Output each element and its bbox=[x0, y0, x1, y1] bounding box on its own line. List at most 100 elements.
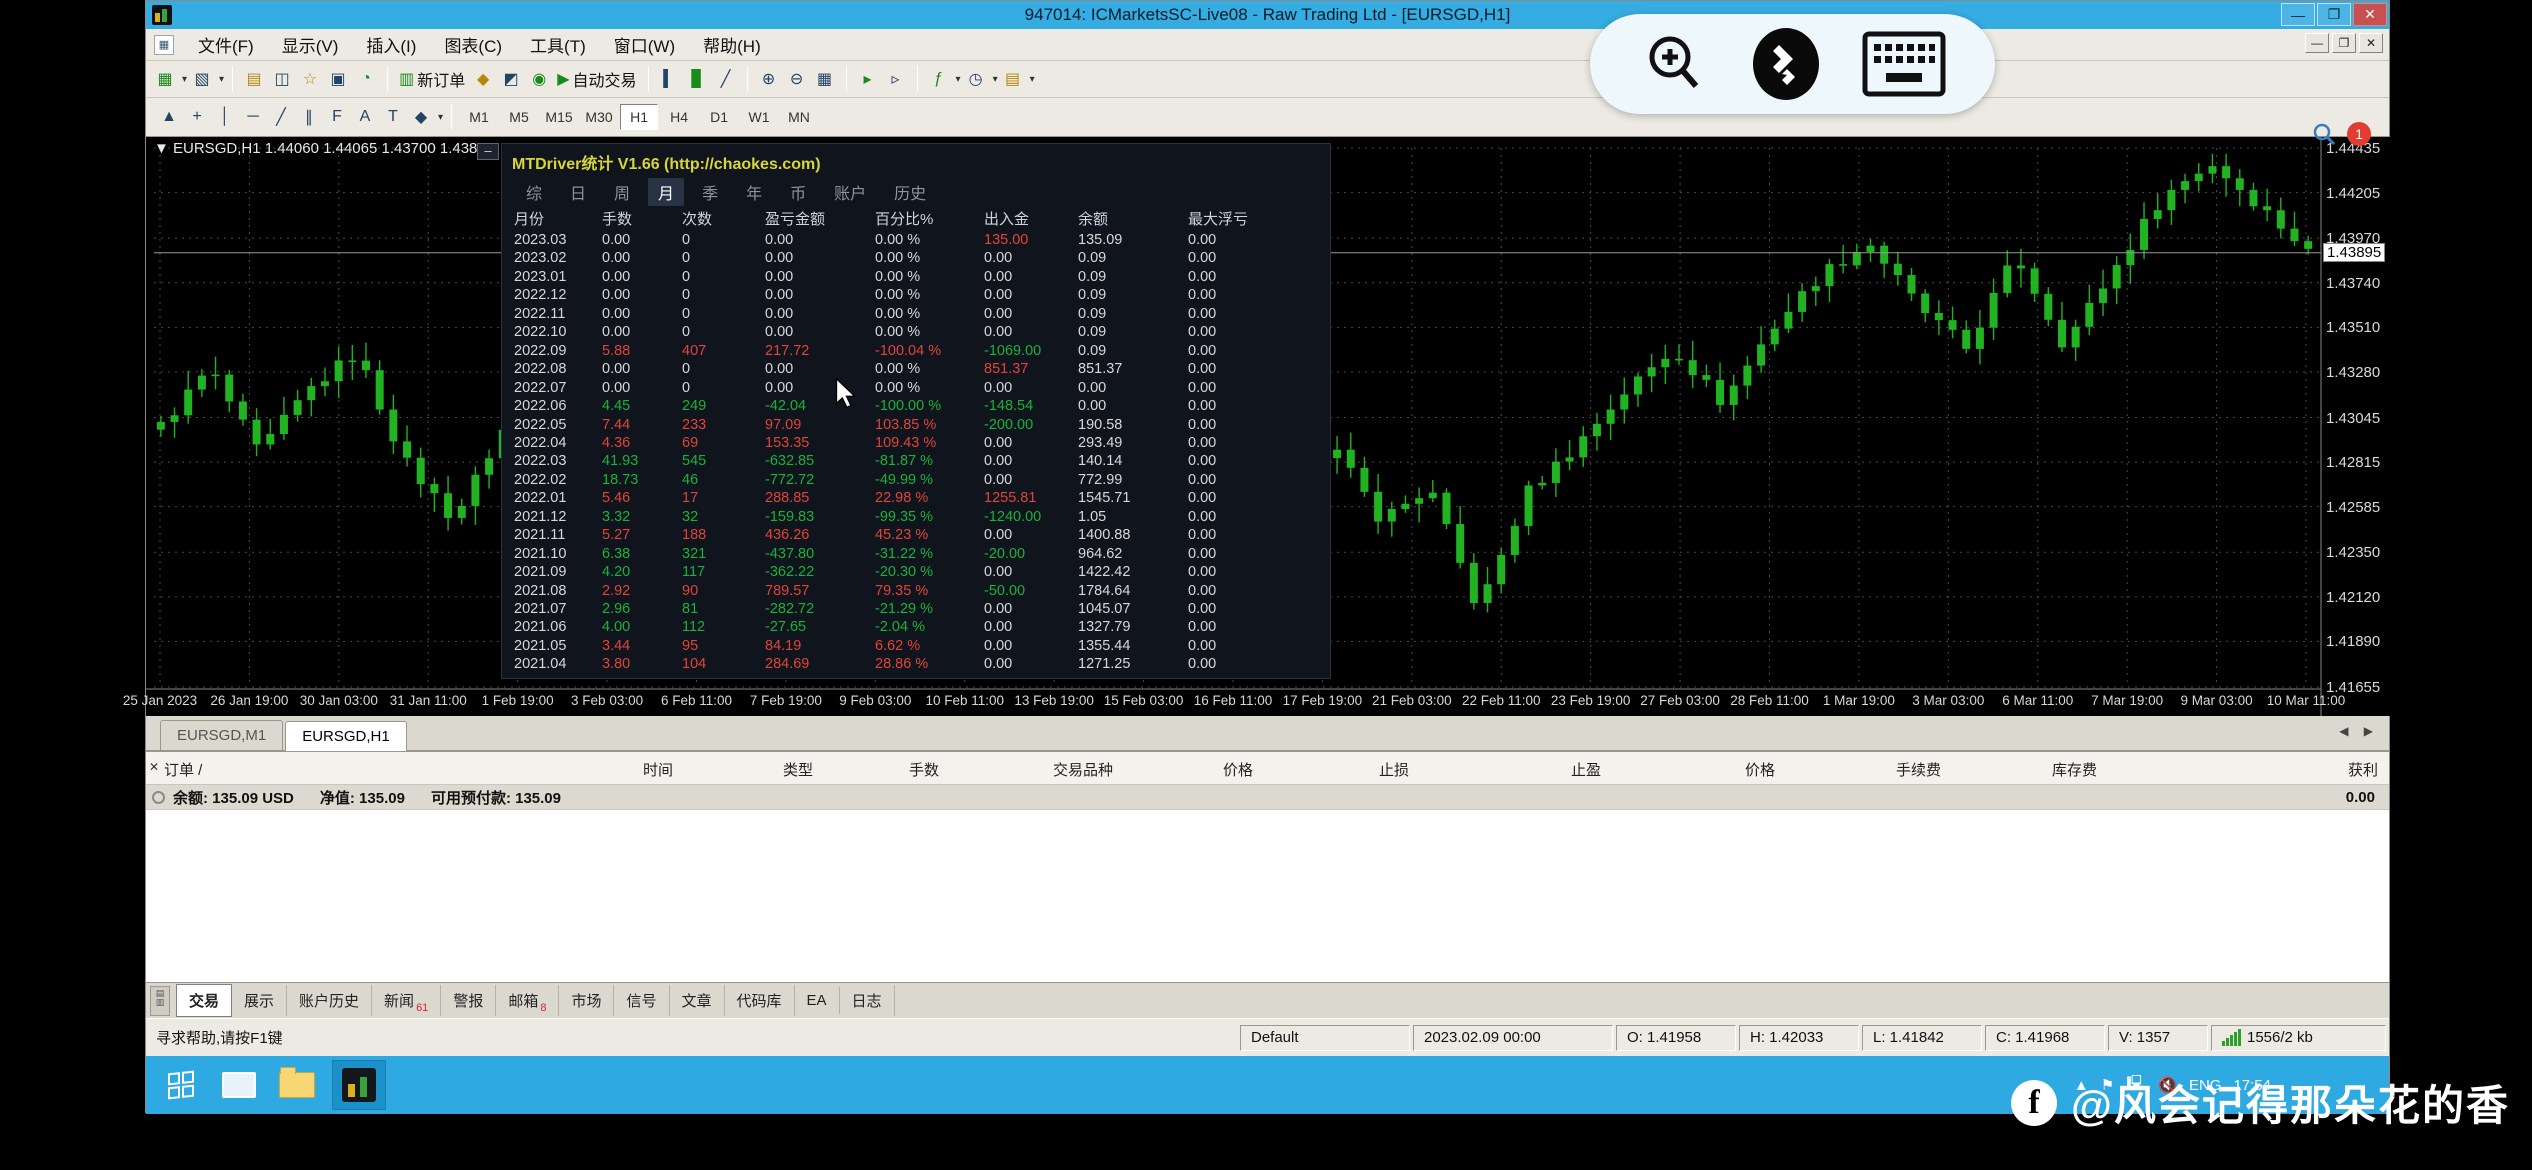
profiles-icon[interactable]: ▧ bbox=[189, 66, 215, 92]
profiles-caret[interactable]: ▾ bbox=[219, 74, 224, 85]
periods-caret[interactable]: ▾ bbox=[993, 74, 998, 85]
tile-windows-icon[interactable]: ▦ bbox=[812, 66, 838, 92]
terminal-tab-新闻[interactable]: 新闻61 bbox=[372, 985, 441, 1016]
crosshair-icon[interactable]: + bbox=[184, 104, 210, 130]
terminal-column-header[interactable]: 止盈 bbox=[1431, 759, 1601, 780]
zoom-out-icon[interactable]: ⊖ bbox=[784, 66, 810, 92]
stats-tab-历史[interactable]: 历史 bbox=[884, 178, 936, 206]
menu-item-4[interactable]: 工具(T) bbox=[516, 29, 600, 60]
text-icon[interactable]: A bbox=[352, 104, 378, 130]
terminal-tab-日志[interactable]: 日志 bbox=[840, 985, 895, 1016]
timeframe-M5[interactable]: M5 bbox=[500, 104, 538, 130]
label-icon[interactable]: T bbox=[380, 104, 406, 130]
new-order-button[interactable]: ▥新订单 bbox=[396, 66, 468, 92]
close-button[interactable]: ✕ bbox=[2353, 3, 2387, 26]
templates-caret[interactable]: ▾ bbox=[1030, 74, 1035, 85]
terminal-panel-icon[interactable]: ▣ bbox=[325, 66, 351, 92]
terminal-tab-警报[interactable]: 警报 bbox=[441, 985, 496, 1016]
terminal-column-header[interactable]: 手数 bbox=[769, 759, 939, 780]
data-window-icon[interactable]: ◫ bbox=[269, 66, 295, 92]
terminal-tab-代码库[interactable]: 代码库 bbox=[725, 985, 795, 1016]
menu-item-5[interactable]: 窗口(W) bbox=[600, 29, 689, 60]
magnifier-plus-icon[interactable] bbox=[1640, 29, 1710, 99]
terminal-tab-信号[interactable]: 信号 bbox=[614, 985, 669, 1016]
folder-icon[interactable] bbox=[274, 1062, 320, 1108]
timeframe-M15[interactable]: M15 bbox=[540, 104, 578, 130]
stats-tab-日[interactable]: 日 bbox=[560, 178, 596, 206]
signal-icon[interactable]: ◉ bbox=[526, 66, 552, 92]
menu-item-3[interactable]: 图表(C) bbox=[430, 29, 516, 60]
strategy-tester-icon[interactable]: ◔ bbox=[353, 66, 379, 92]
shapes-icon[interactable]: ◆ bbox=[408, 104, 434, 130]
cursor-icon[interactable]: ▲ bbox=[156, 104, 182, 130]
stats-tab-币[interactable]: 币 bbox=[780, 178, 816, 206]
terminal-tab-文章[interactable]: 文章 bbox=[670, 985, 725, 1016]
new-chart-icon[interactable]: ▦ bbox=[152, 66, 178, 92]
terminal-tab-市场[interactable]: 市场 bbox=[559, 985, 614, 1016]
hline-icon[interactable]: ─ bbox=[240, 104, 266, 130]
new-chart-caret[interactable]: ▾ bbox=[182, 74, 187, 85]
stats-tab-季[interactable]: 季 bbox=[692, 178, 728, 206]
timeframe-D1[interactable]: D1 bbox=[700, 104, 738, 130]
terminal-tab-EA[interactable]: EA bbox=[795, 987, 840, 1014]
remote-desktop-icon[interactable] bbox=[1749, 27, 1823, 101]
timeframe-M1[interactable]: M1 bbox=[460, 104, 498, 130]
vline-icon[interactable]: │ bbox=[212, 104, 238, 130]
autotrading-button[interactable]: ▶自动交易 bbox=[554, 66, 639, 92]
terminal-tab-邮箱[interactable]: 邮箱8 bbox=[496, 985, 559, 1016]
periods-icon[interactable]: ◷ bbox=[963, 66, 989, 92]
terminal-side-strip[interactable]: ▤▥ bbox=[150, 986, 170, 1016]
terminal-tab-交易[interactable]: 交易 bbox=[176, 984, 232, 1017]
orders-column-header[interactable]: 订单 / bbox=[164, 759, 202, 780]
chart-system-icon[interactable]: ▦ bbox=[154, 35, 174, 55]
stats-tab-周[interactable]: 周 bbox=[604, 178, 640, 206]
status-profile[interactable]: Default bbox=[1240, 1025, 1410, 1051]
candle-chart-icon[interactable]: ▊ bbox=[685, 66, 711, 92]
keyboard-icon[interactable] bbox=[1862, 31, 1946, 97]
timeframe-MN[interactable]: MN bbox=[780, 104, 818, 130]
chart-shift-icon[interactable]: ▹ bbox=[883, 66, 909, 92]
stats-tab-月[interactable]: 月 bbox=[648, 178, 684, 206]
chart-tab-scroll-arrows[interactable]: ◀ ▶ bbox=[2339, 724, 2379, 738]
timeframe-H4[interactable]: H4 bbox=[660, 104, 698, 130]
zoom-in-icon[interactable]: ⊕ bbox=[756, 66, 782, 92]
menu-item-0[interactable]: 文件(F) bbox=[184, 29, 268, 60]
mt4-taskbar-icon[interactable] bbox=[332, 1060, 386, 1110]
fibonacci-icon[interactable]: F bbox=[324, 104, 350, 130]
start-button[interactable] bbox=[158, 1062, 204, 1108]
templates-icon[interactable]: ▤ bbox=[1000, 66, 1026, 92]
child-minimize-button[interactable]: — bbox=[2305, 33, 2329, 53]
bar-chart-icon[interactable]: ▍ bbox=[657, 66, 683, 92]
menu-item-2[interactable]: 插入(I) bbox=[352, 29, 430, 60]
notification-badge[interactable]: 1 bbox=[2347, 122, 2371, 146]
terminal-column-header[interactable]: 止损 bbox=[1239, 759, 1409, 780]
child-close-button[interactable]: ✕ bbox=[2359, 33, 2383, 53]
terminal-column-header[interactable]: 价格 bbox=[1605, 759, 1775, 780]
news-icon[interactable]: ◩ bbox=[498, 66, 524, 92]
file-explorer-icon[interactable] bbox=[216, 1062, 262, 1108]
stats-tab-年[interactable]: 年 bbox=[736, 178, 772, 206]
metaeditor-icon[interactable]: ◆ bbox=[470, 66, 496, 92]
trendline-icon[interactable]: ╱ bbox=[268, 104, 294, 130]
shapes-caret[interactable]: ▾ bbox=[438, 112, 443, 123]
line-chart-icon[interactable]: ╱ bbox=[713, 66, 739, 92]
minimize-button[interactable]: — bbox=[2281, 3, 2315, 26]
indicators-caret[interactable]: ▾ bbox=[956, 74, 961, 85]
search-icon[interactable] bbox=[2311, 121, 2337, 147]
timeframe-W1[interactable]: W1 bbox=[740, 104, 778, 130]
market-watch-icon[interactable]: ▤ bbox=[241, 66, 267, 92]
indicator-minimize-button[interactable]: – bbox=[477, 143, 499, 160]
chart-tab-EURSGDM1[interactable]: EURSGD,M1 bbox=[160, 720, 283, 750]
menu-item-6[interactable]: 帮助(H) bbox=[689, 29, 775, 60]
terminal-column-header[interactable]: 手续费 bbox=[1771, 759, 1941, 780]
timeframe-M30[interactable]: M30 bbox=[580, 104, 618, 130]
terminal-tab-展示[interactable]: 展示 bbox=[232, 985, 287, 1016]
terminal-close-icon[interactable]: ✕ bbox=[149, 760, 163, 774]
indicators-icon[interactable]: ƒ bbox=[926, 66, 952, 92]
terminal-column-header[interactable]: 库存费 bbox=[1927, 759, 2097, 780]
child-restore-button[interactable]: ❐ bbox=[2332, 33, 2356, 53]
stats-tab-综[interactable]: 综 bbox=[516, 178, 552, 206]
terminal-column-header[interactable]: 获利 bbox=[2208, 759, 2378, 780]
menu-item-1[interactable]: 显示(V) bbox=[268, 29, 353, 60]
channel-icon[interactable]: ∥ bbox=[296, 104, 322, 130]
